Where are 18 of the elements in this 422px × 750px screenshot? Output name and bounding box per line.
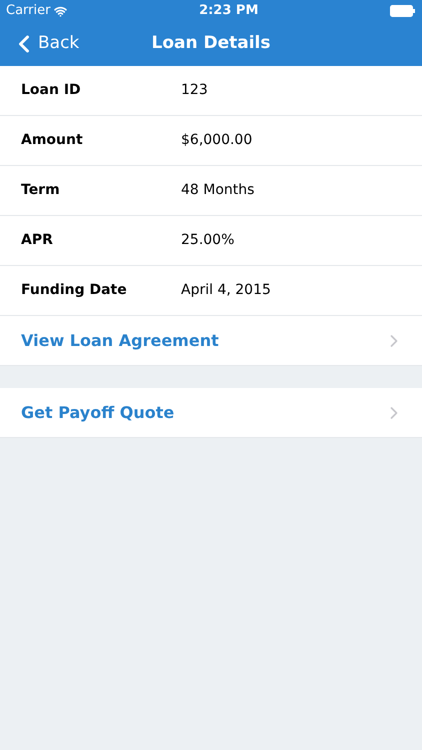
detail-label: Amount xyxy=(21,131,84,150)
detail-label: Loan ID xyxy=(21,81,82,100)
screen-title: Loan Details xyxy=(151,32,271,56)
detail-label: Term xyxy=(21,181,61,200)
detail-value: 25.00% xyxy=(181,231,234,250)
detail-value: April 4, 2015 xyxy=(181,281,271,300)
carrier-label: Carrier xyxy=(6,2,50,20)
status-time: 2:23 PM xyxy=(199,2,258,20)
detail-value: $6,000.00 xyxy=(181,131,252,150)
wifi-icon xyxy=(54,4,68,18)
detail-value: 123 xyxy=(181,81,208,100)
list-link[interactable]: View Loan Agreement xyxy=(0,316,422,366)
battery-icon xyxy=(390,5,416,17)
detail-label: APR xyxy=(21,231,54,250)
list-link[interactable]: Get Payoff Quote xyxy=(0,388,422,438)
back-button[interactable]: Back xyxy=(10,30,80,58)
detail-label: Funding Date xyxy=(21,281,128,300)
detail-value: 48 Months xyxy=(181,181,254,200)
